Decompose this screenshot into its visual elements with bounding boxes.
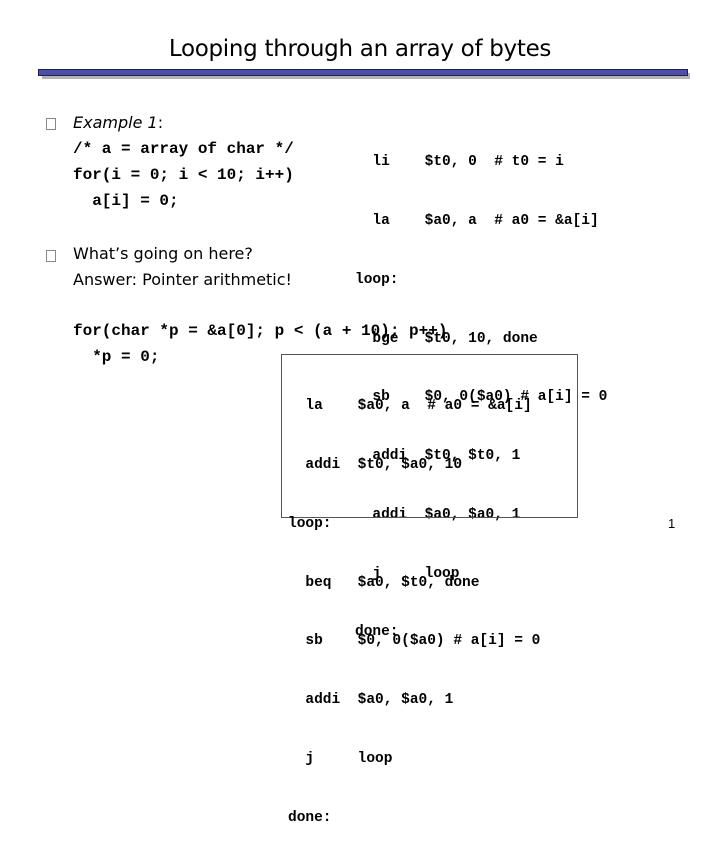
asm-line: j loop — [288, 750, 393, 767]
example-label: Example 1: — [73, 113, 163, 133]
question-text: What’s going on here? — [73, 244, 253, 263]
answer-text: Answer: Pointer arithmetic! — [73, 270, 292, 289]
asm-line: beq $a0, $t0, done — [288, 574, 480, 591]
title-rule — [38, 69, 688, 76]
asm-line: addi $t0, $a0, 10 — [288, 456, 463, 473]
asm-line: addi $a0, $a0, 1 — [288, 692, 454, 709]
c-code-line: /* a = array of char */ — [73, 140, 294, 158]
asm-line: la $a0, a # a0 = &a[i] — [355, 212, 599, 229]
asm-line: loop: — [355, 271, 399, 288]
bullet-icon — [46, 118, 56, 130]
asm-line: done: — [288, 809, 332, 826]
asm-line: loop: — [288, 515, 332, 532]
example-label-text: Example 1 — [73, 113, 158, 132]
asm-line: la $a0, a # a0 = &a[i] — [288, 398, 532, 415]
asm-bottom-block: la $a0, a # a0 = &a[i] addi $t0, $a0, 10… — [288, 358, 540, 848]
pointer-code-line: *p = 0; — [73, 348, 160, 366]
bullet-icon — [46, 250, 56, 262]
example-label-colon: : — [157, 113, 164, 132]
c-code-line: a[i] = 0; — [73, 192, 179, 210]
asm-line: li $t0, 0 # t0 = i — [355, 154, 564, 171]
asm-line: sb $0, 0($a0) # a[i] = 0 — [288, 633, 541, 650]
slide-title: Looping through an array of bytes — [168, 36, 552, 62]
page-number: 1 — [668, 516, 676, 531]
asm-line: bge $t0, 10, done — [355, 330, 538, 347]
c-code-line: for(i = 0; i < 10; i++) — [73, 166, 294, 184]
